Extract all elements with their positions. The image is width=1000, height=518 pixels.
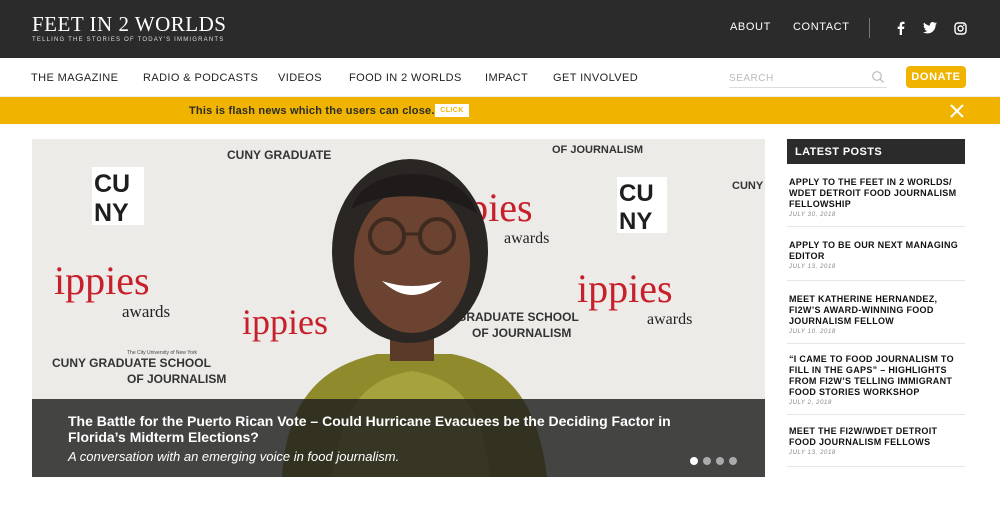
top-bar: FEET IN 2 WORLDS TELLING THE STORIES OF … xyxy=(0,0,1000,58)
search-box xyxy=(729,68,887,88)
post-title[interactable]: MEET KATHERINE HERNANDEZ, FI2W’S AWARD-W… xyxy=(789,294,963,327)
post-item[interactable]: “I CAME TO FOOD JOURNALISM TO FILL IN TH… xyxy=(787,344,965,415)
post-item[interactable]: MEET THE FI2W/WDET DETROIT FOOD JOURNALI… xyxy=(787,415,965,467)
backdrop-cuny-right-bottom: NY xyxy=(619,208,652,235)
flash-click-button[interactable]: CLICK xyxy=(435,104,469,117)
nav-item-videos[interactable]: VIDEOS xyxy=(278,72,322,84)
post-title[interactable]: MEET THE FI2W/WDET DETROIT FOOD JOURNALI… xyxy=(789,426,963,448)
backdrop-cuny-edge: CUNY GRADUATE xyxy=(732,180,765,192)
backdrop-of-journalism-mid: OF JOURNALISM xyxy=(472,326,571,340)
hero-caption[interactable]: The Battle for the Puerto Rican Vote – C… xyxy=(32,399,765,477)
post-title[interactable]: “I CAME TO FOOD JOURNALISM TO FILL IN TH… xyxy=(789,354,963,398)
hero-slider[interactable]: CU NY ippies awards CUNY GRADUATE SCHOOL… xyxy=(32,139,765,477)
flash-news-text: This is flash news which the users can c… xyxy=(189,105,435,117)
hero-title[interactable]: The Battle for the Puerto Rican Vote – C… xyxy=(68,413,708,445)
close-icon[interactable] xyxy=(947,101,967,121)
post-title[interactable]: APPLY TO THE FEET IN 2 WORLDS/ WDET DETR… xyxy=(789,177,963,210)
logo-title: FEET IN 2 WORLDS xyxy=(32,12,227,36)
backdrop-city-university: The City University of New York xyxy=(127,350,198,356)
donate-button[interactable]: DONATE xyxy=(906,66,966,88)
nav-item-radio-podcasts[interactable]: RADIO & PODCASTS xyxy=(143,72,258,84)
backdrop-graduate-school: GRADUATE SCHOOL xyxy=(457,310,579,324)
backdrop-cuny-right-top: CU xyxy=(619,180,654,207)
latest-posts-heading: LATEST POSTS xyxy=(787,139,965,164)
backdrop-ippies-left: ippies xyxy=(54,258,150,303)
backdrop-ippies-center: ippies xyxy=(242,302,328,342)
slider-dot-2[interactable] xyxy=(703,457,711,465)
slider-dot-4[interactable] xyxy=(729,457,737,465)
post-title[interactable]: APPLY TO BE OUR NEXT MANAGING EDITOR xyxy=(789,240,963,262)
search-input[interactable] xyxy=(729,69,859,88)
flash-news-bar: This is flash news which the users can c… xyxy=(0,97,1000,124)
backdrop-awards-mid: awards xyxy=(504,230,549,247)
post-date: JULY 30, 2018 xyxy=(789,212,836,218)
search-icon[interactable] xyxy=(871,70,885,84)
hero-subtitle: A conversation with an emerging voice in… xyxy=(68,449,400,464)
nav-item-get-involved[interactable]: GET INVOLVED xyxy=(553,72,638,84)
twitter-icon[interactable] xyxy=(922,20,938,36)
post-item[interactable]: APPLY TO THE FEET IN 2 WORLDS/ WDET DETR… xyxy=(787,164,965,227)
backdrop-ippies-right: ippies xyxy=(577,266,673,311)
backdrop-cuny-graduate: CUNY GRADUATE xyxy=(227,148,331,162)
backdrop-awards-right: awards xyxy=(647,311,692,328)
backdrop-awards-left: awards xyxy=(122,302,170,321)
slider-dots xyxy=(690,457,737,465)
post-date: JULY 10, 2018 xyxy=(789,329,836,335)
backdrop-of-journalism-top: OF JOURNALISM xyxy=(552,144,643,156)
nav-item-food-in-2-worlds[interactable]: FOOD IN 2 WORLDS xyxy=(349,72,462,84)
backdrop-cuny-bottom: NY xyxy=(94,199,129,227)
post-date: JULY 13, 2018 xyxy=(789,450,836,456)
main-nav: THE MAGAZINE RADIO & PODCASTS VIDEOS FOO… xyxy=(0,58,1000,97)
contact-link[interactable]: CONTACT xyxy=(793,21,850,33)
post-item[interactable]: APPLY TO BE OUR NEXT MANAGING EDITOR JUL… xyxy=(787,227,965,281)
slider-dot-1[interactable] xyxy=(690,457,698,465)
post-date: JULY 13, 2018 xyxy=(789,264,836,270)
site-logo[interactable]: FEET IN 2 WORLDS TELLING THE STORIES OF … xyxy=(32,13,226,43)
backdrop-of-journalism-left: OF JOURNALISM xyxy=(127,372,226,386)
backdrop-cuny-graduate-school: CUNY GRADUATE SCHOOL xyxy=(52,356,211,370)
post-item[interactable]: MEET KATHERINE HERNANDEZ, FI2W’S AWARD-W… xyxy=(787,281,965,344)
facebook-icon[interactable] xyxy=(892,20,908,36)
instagram-icon[interactable] xyxy=(952,20,968,36)
slider-dot-3[interactable] xyxy=(716,457,724,465)
nav-item-the-magazine[interactable]: THE MAGAZINE xyxy=(31,72,118,84)
nav-item-impact[interactable]: IMPACT xyxy=(485,72,528,84)
post-date: JULY 2, 2018 xyxy=(789,400,832,406)
top-divider xyxy=(869,18,870,38)
about-link[interactable]: ABOUT xyxy=(730,21,771,33)
logo-tagline: TELLING THE STORIES OF TODAY'S IMMIGRANT… xyxy=(32,37,225,43)
latest-posts-sidebar: LATEST POSTS APPLY TO THE FEET IN 2 WORL… xyxy=(787,139,965,467)
backdrop-cuny-top: CU xyxy=(94,170,130,198)
